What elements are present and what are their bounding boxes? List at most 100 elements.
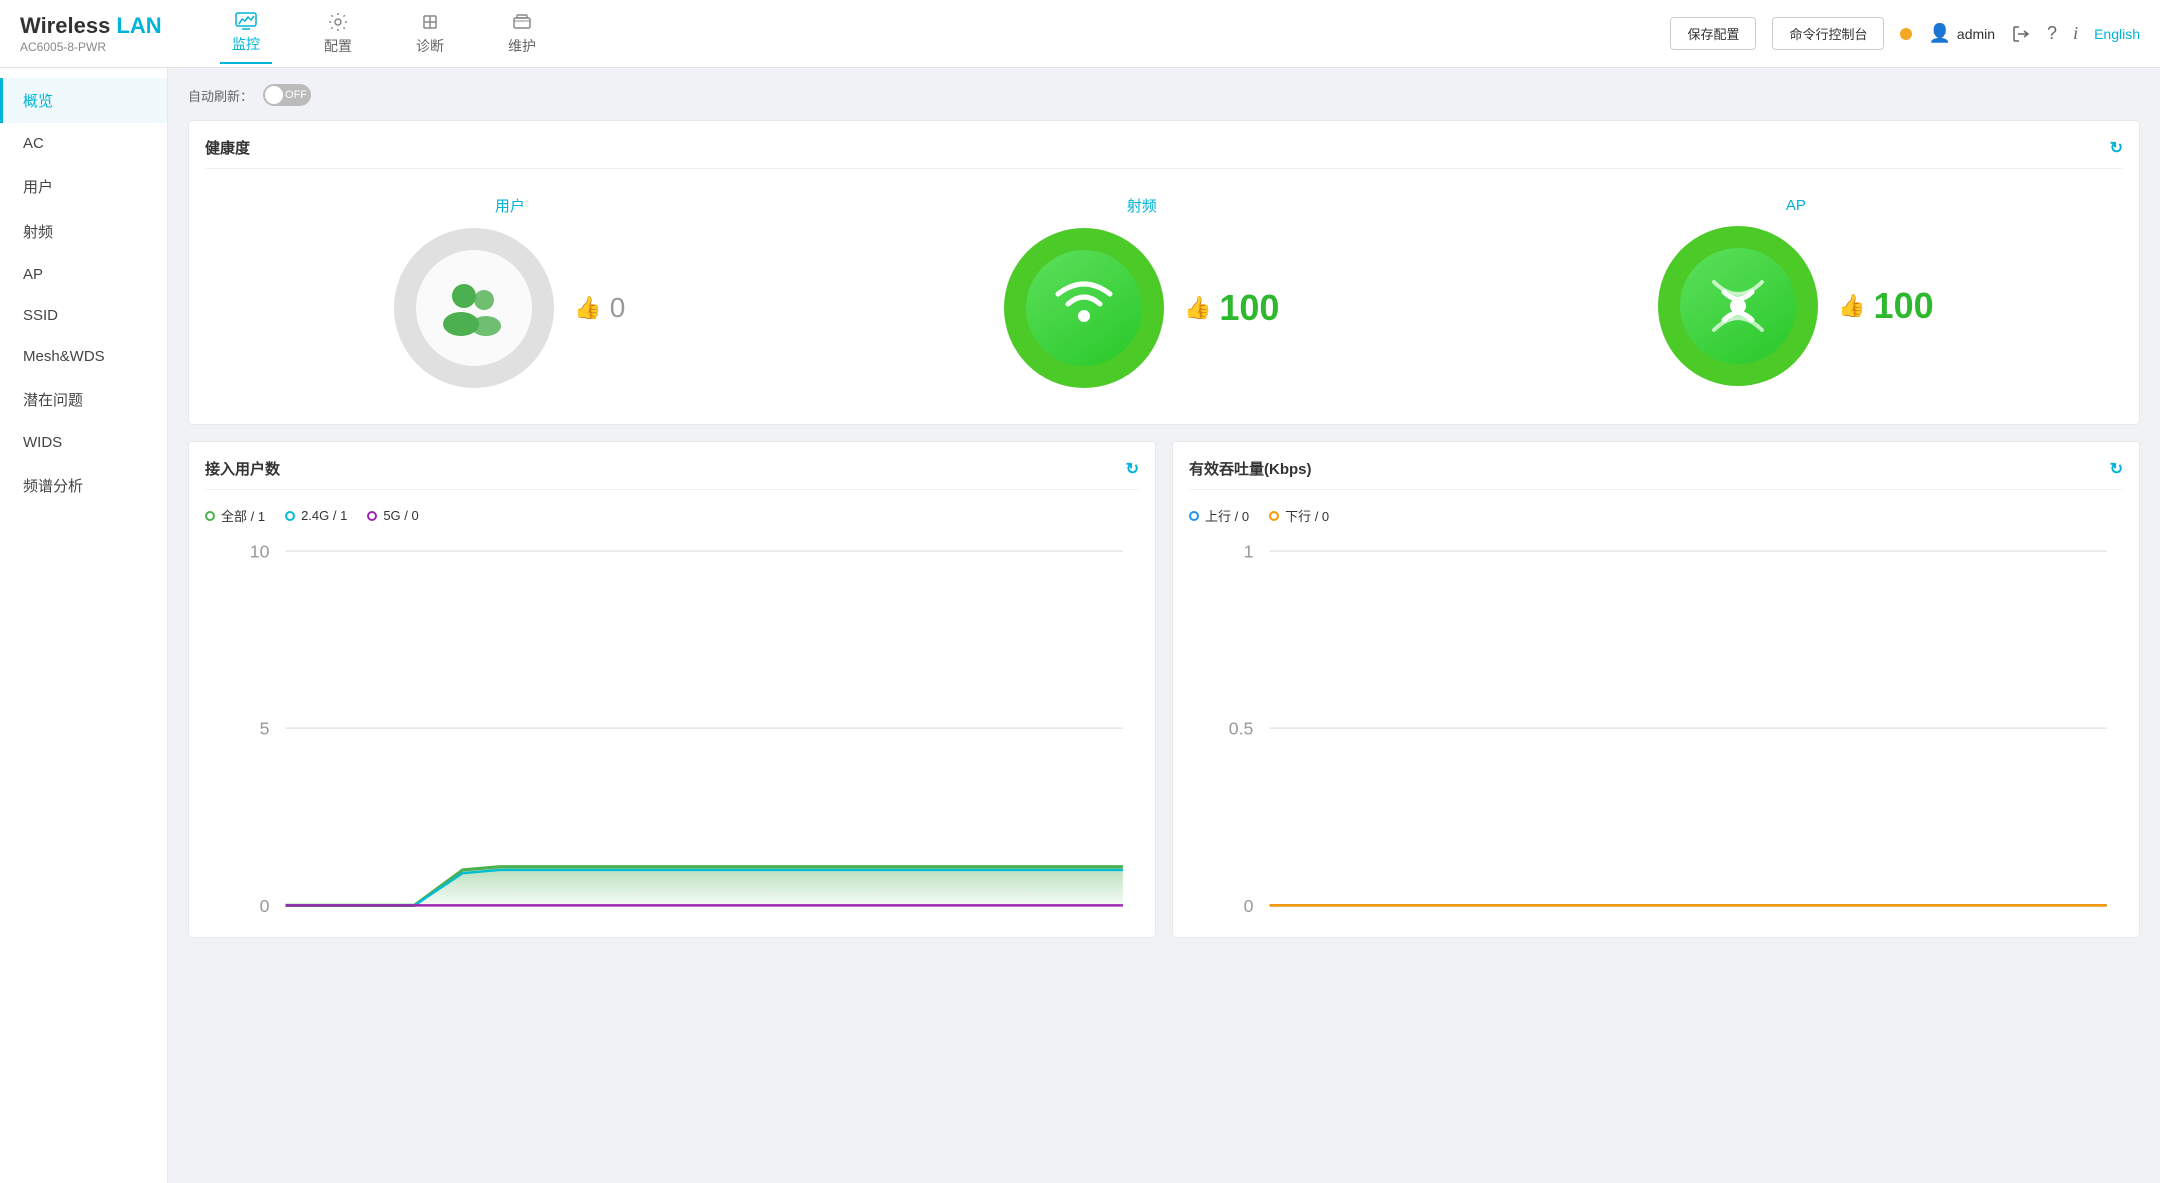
tab-monitor[interactable]: 监控 [220,4,272,64]
sidebar-label-ap: AP [23,266,43,283]
health-row: 用户 👍 0 [205,185,2123,408]
legend-5g-label: 5G / 0 [383,508,418,523]
throughput-chart-card: 有效吞吐量(Kbps) ↻ 上行 / 0 下行 / 0 [1172,441,2140,938]
sidebar-item-spectrum[interactable]: 频谱分析 [0,463,167,508]
svg-text:23:47: 23:47 [1890,918,1934,921]
cmd-console-button[interactable]: 命令行控制台 [1772,17,1884,50]
legend-all-label: 全部 / 1 [221,506,265,525]
svg-text:0.5: 0.5 [1229,719,1254,739]
legend-down-label: 下行 / 0 [1285,506,1329,525]
charts-row: 接入用户数 ↻ 全部 / 1 2.4G / 1 5G / 0 [188,441,2140,954]
legend-5g: 5G / 0 [367,508,418,523]
health-title: 健康度 [205,137,250,158]
health-user-item: 用户 👍 0 [394,195,625,388]
sidebar-label-overview: 概览 [23,93,53,110]
auto-refresh-bar: 自动刷新： OFF [188,84,2140,106]
health-refresh-icon[interactable]: ↻ [2110,138,2123,158]
svg-text:10: 10 [250,542,270,562]
health-ap-circle-container: 👍 100 [1658,226,1933,386]
sidebar-item-ap[interactable]: AP [0,254,167,295]
tab-config[interactable]: 配置 [312,4,364,64]
throughput-chart-refresh-icon[interactable]: ↻ [2110,459,2123,479]
app-title: Wireless LAN [20,13,180,39]
sidebar-item-overview[interactable]: 概览 [0,78,167,123]
legend-up-label: 上行 / 0 [1205,506,1249,525]
logout-icon[interactable] [2011,24,2031,44]
auto-refresh-label: 自动刷新： [188,86,253,105]
sidebar-item-user[interactable]: 用户 [0,164,167,209]
throughput-chart-legend: 上行 / 0 下行 / 0 [1189,506,2123,525]
tab-maintain-label: 维护 [508,36,536,56]
status-dot [1900,28,1912,40]
user-info: 👤 admin [1928,23,1995,44]
username-label: admin [1957,26,1995,42]
sidebar-item-mesh[interactable]: Mesh&WDS [0,336,167,377]
svg-text:23:42: 23:42 [1676,918,1720,921]
users-chart-card: 接入用户数 ↻ 全部 / 1 2.4G / 1 5G / 0 [188,441,1156,938]
users-chart-legend: 全部 / 1 2.4G / 1 5G / 0 [205,506,1139,525]
main-layout: 概览 AC 用户 射频 AP SSID Mesh&WDS 潜在问题 WIDS 频… [0,68,2160,1183]
maintain-icon [512,12,532,32]
ap-svg-icon [1694,262,1782,350]
sidebar-item-issues[interactable]: 潜在问题 [0,377,167,422]
health-ap-thumb-icon: 👍 [1838,293,1865,319]
sidebar-item-ssid[interactable]: SSID [0,295,167,336]
svg-text:23:37: 23:37 [1462,918,1506,921]
user-avatar-icon: 👤 [1928,23,1950,44]
legend-all-dot [205,511,215,521]
svg-text:23:32: 23:32 [1247,918,1291,921]
sidebar-item-wids[interactable]: WIDS [0,422,167,463]
help-icon[interactable]: ? [2047,23,2057,44]
title-lan: LAN [110,13,161,38]
title-wireless: Wireless [20,13,110,38]
diagnose-icon [420,12,440,32]
health-radio-thumb-icon: 👍 [1184,295,1211,321]
svg-text:1: 1 [1244,542,1254,562]
users-svg-icon [434,268,514,348]
svg-text:5: 5 [260,719,270,739]
main-content: 自动刷新： OFF 健康度 ↻ 用户 [168,68,2160,1183]
throughput-chart-title: 有效吞吐量(Kbps) [1189,458,1312,479]
legend-down-dot [1269,511,1279,521]
save-config-button[interactable]: 保存配置 [1670,17,1756,50]
health-user-label: 用户 [495,195,525,216]
health-card: 健康度 ↻ 用户 [188,120,2140,425]
config-icon [328,12,348,32]
sidebar-item-ac[interactable]: AC [0,123,167,164]
sidebar-label-spectrum: 频谱分析 [23,478,83,495]
health-user-score: 0 [610,292,626,324]
users-chart-svg: 10 5 0 23:32 23:37 23:42 23:47 [205,535,1139,921]
health-radio-item: 射频 👍 100 [1004,195,1279,388]
app-subtitle: AC6005-8-PWR [20,40,180,54]
tab-diagnose[interactable]: 诊断 [404,4,456,64]
sidebar: 概览 AC 用户 射频 AP SSID Mesh&WDS 潜在问题 WIDS 频… [0,68,168,1183]
health-user-circle-container: 👍 0 [394,228,625,388]
legend-24g-label: 2.4G / 1 [301,508,347,523]
health-radio-label: 射频 [1127,195,1157,216]
tab-monitor-label: 监控 [232,34,260,54]
health-ap-score: 100 [1874,285,1934,327]
health-user-thumb-icon: 👍 [574,295,601,321]
auto-refresh-toggle[interactable]: OFF [263,84,311,106]
legend-5g-dot [367,511,377,521]
health-radio-circle-container: 👍 100 [1004,228,1279,388]
info-icon[interactable]: i [2073,23,2078,44]
sidebar-label-radio: 射频 [23,224,53,241]
tab-maintain[interactable]: 维护 [496,4,548,64]
svg-text:0: 0 [1244,896,1254,916]
main-nav: 监控 配置 诊断 维护 [220,4,1670,64]
health-ap-circle [1658,226,1818,386]
legend-all: 全部 / 1 [205,506,265,525]
users-chart-header: 接入用户数 ↻ [205,458,1139,490]
toggle-state-label: OFF [263,89,307,101]
health-radio-score: 100 [1219,287,1279,329]
users-chart-title: 接入用户数 [205,458,280,479]
users-chart-refresh-icon[interactable]: ↻ [1126,459,1139,479]
sidebar-label-wids: WIDS [23,434,62,451]
tab-config-label: 配置 [324,36,352,56]
sidebar-item-radio[interactable]: 射频 [0,209,167,254]
sidebar-label-issues: 潜在问题 [23,392,83,409]
monitor-icon [235,12,257,30]
svg-text:23:42: 23:42 [692,918,736,921]
language-button[interactable]: English [2094,26,2140,42]
